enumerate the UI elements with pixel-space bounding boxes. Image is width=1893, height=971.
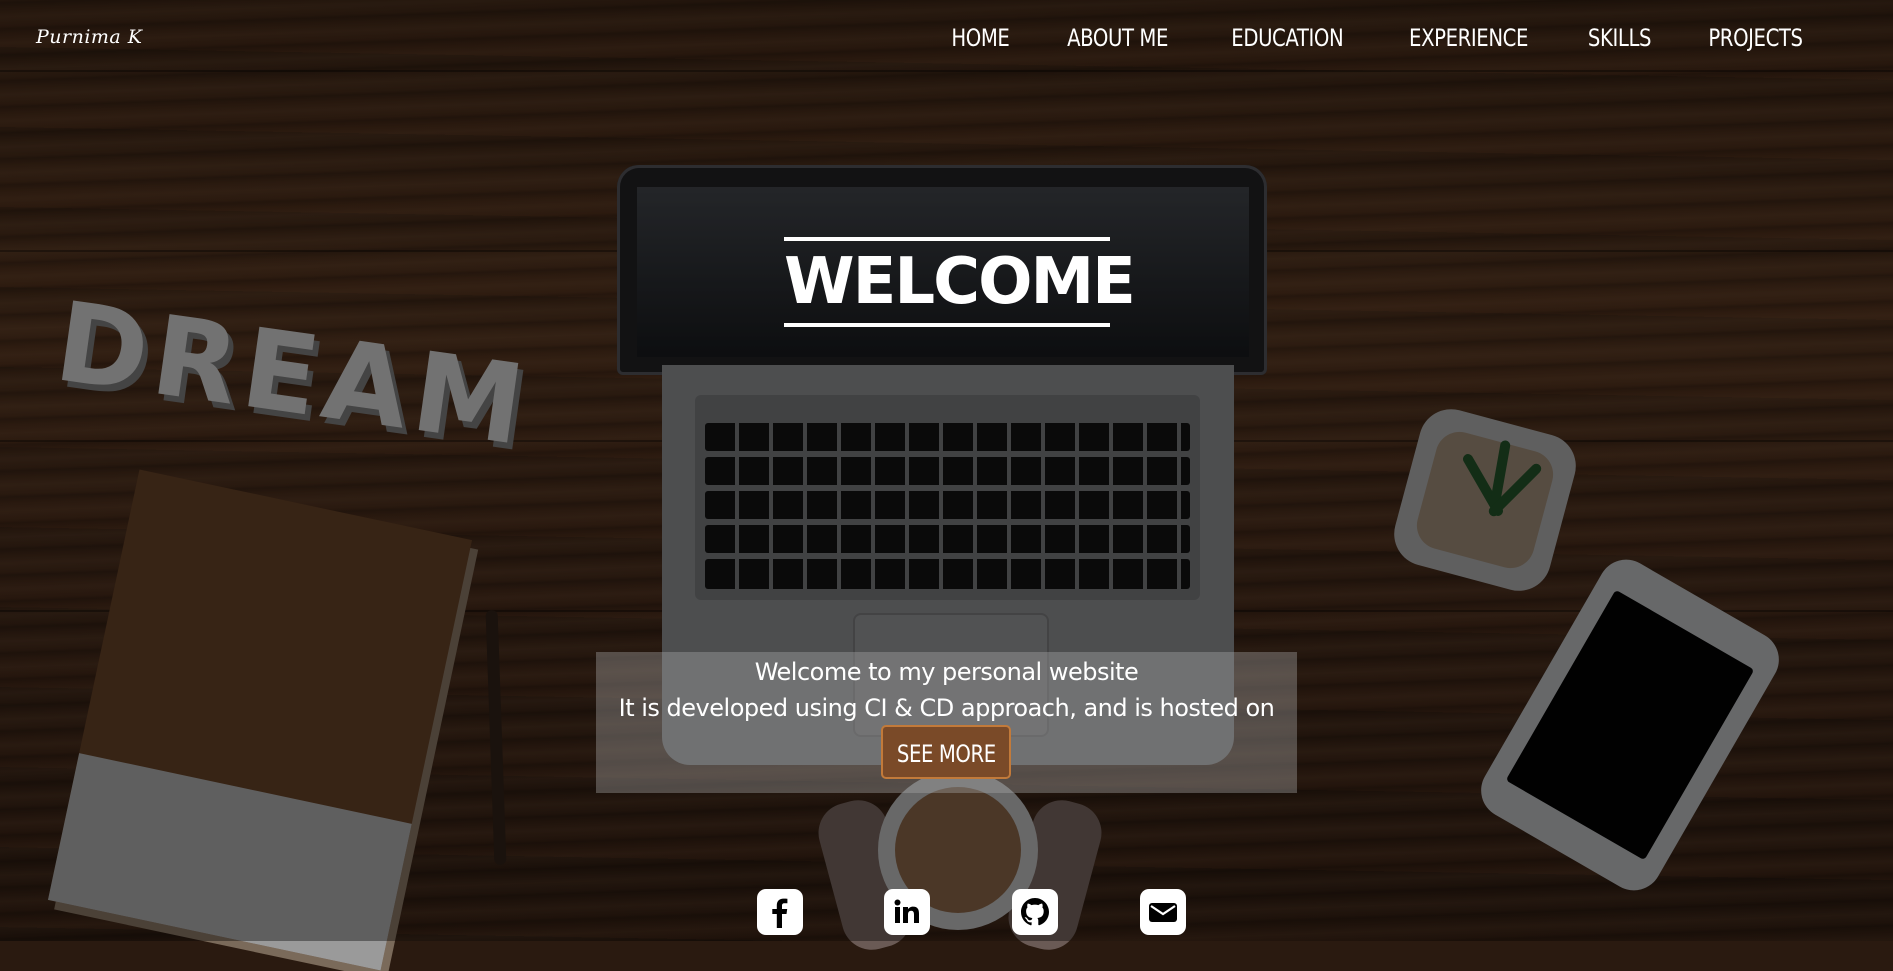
- welcome-title: WELCOME: [784, 245, 1136, 319]
- facebook-icon[interactable]: [757, 889, 803, 935]
- intro-line-1: Welcome to my personal website: [754, 658, 1139, 686]
- nav-skills[interactable]: SKILLS: [1572, 24, 1668, 52]
- welcome-block: WELCOME: [784, 237, 1136, 327]
- main-nav: HOME ABOUT ME EDUCATION EXPERIENCE SKILL…: [925, 24, 1833, 52]
- nav-experience[interactable]: EXPERIENCE: [1393, 24, 1545, 52]
- email-icon[interactable]: [1140, 889, 1186, 935]
- github-icon[interactable]: [1012, 889, 1058, 935]
- nav-projects[interactable]: PROJECTS: [1692, 24, 1819, 52]
- see-more-label: SEE MORE: [896, 740, 996, 768]
- nav-home[interactable]: HOME: [935, 24, 1026, 52]
- see-more-button[interactable]: SEE MORE: [881, 725, 1011, 779]
- nav-education[interactable]: EDUCATION: [1215, 24, 1360, 52]
- welcome-bottom-rule: [784, 323, 1110, 327]
- intro-box: Welcome to my personal website It is dev…: [596, 652, 1297, 793]
- nav-about-me[interactable]: ABOUT ME: [1051, 24, 1185, 52]
- brand-logo[interactable]: Purnima K: [36, 26, 143, 48]
- social-links: [757, 889, 1186, 935]
- linkedin-icon[interactable]: [884, 889, 930, 935]
- dark-overlay: [0, 0, 1893, 941]
